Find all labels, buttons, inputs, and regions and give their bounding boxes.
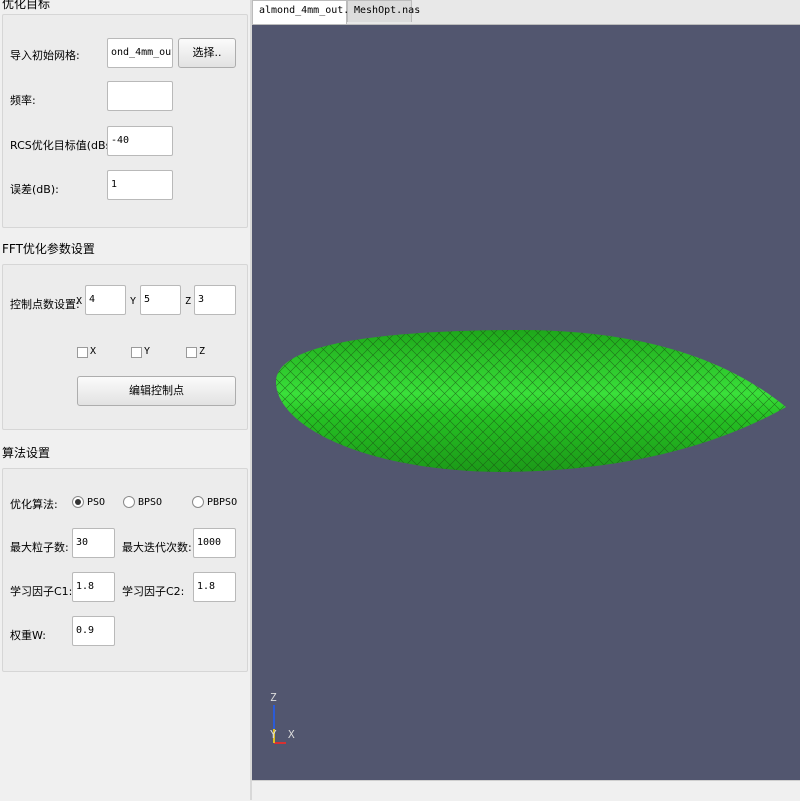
3d-viewport[interactable]: Z Y X bbox=[252, 25, 800, 780]
algo-group-title: 算法设置 bbox=[2, 446, 51, 460]
z-axis-label: Z bbox=[185, 296, 192, 307]
axis-y-label: Y bbox=[270, 728, 277, 741]
tab-bar: almond_4mm_out.nas MeshOpt.nas bbox=[252, 0, 800, 25]
algorithm-label: 优化算法: bbox=[10, 498, 58, 511]
error-field[interactable]: 1 bbox=[107, 170, 173, 200]
max-particles-label: 最大粒子数: bbox=[10, 541, 69, 554]
axes-orientation-widget: Z Y X bbox=[270, 691, 295, 744]
tab-meshopt[interactable]: MeshOpt.nas bbox=[347, 0, 420, 22]
c2-label: 学习因子C2: bbox=[122, 585, 185, 598]
x-checkbox-label: X bbox=[90, 346, 97, 357]
max-iterations-field[interactable]: 1000 bbox=[193, 528, 236, 558]
mesh-render: Z Y X bbox=[270, 329, 786, 744]
y-axis-label: Y bbox=[130, 296, 137, 307]
c1-label: 学习因子C1: bbox=[10, 585, 73, 598]
frequency-label: 频率: bbox=[10, 94, 36, 107]
z-checkbox-label: Z bbox=[199, 346, 206, 357]
c1-field[interactable]: 1.8 bbox=[72, 572, 115, 602]
pso-radio[interactable] bbox=[72, 496, 84, 508]
bpso-radio-label: BPSO bbox=[138, 497, 163, 508]
y-checkbox[interactable] bbox=[131, 347, 142, 358]
pbpso-radio[interactable] bbox=[192, 496, 204, 508]
mesh-wireframe bbox=[276, 329, 786, 472]
settings-panel: 优化目标 导入初始网格: ond_4mm_out.nas 选择.. 频率: RC… bbox=[0, 0, 250, 800]
weight-field[interactable]: 0.9 bbox=[72, 616, 115, 646]
opt-target-group-title: 优化目标 bbox=[2, 0, 51, 11]
rcs-target-field[interactable]: -40 bbox=[107, 126, 173, 156]
frequency-field[interactable] bbox=[107, 81, 173, 111]
control-x-field[interactable]: 4 bbox=[85, 285, 126, 315]
max-particles-field[interactable]: 30 bbox=[72, 528, 115, 558]
axis-x-label: X bbox=[288, 728, 295, 741]
pso-radio-label: PSO bbox=[87, 497, 106, 508]
control-z-field[interactable]: 3 bbox=[194, 285, 236, 315]
y-checkbox-label: Y bbox=[144, 346, 151, 357]
c2-field[interactable]: 1.8 bbox=[193, 572, 236, 602]
edit-control-points-button[interactable]: 编辑控制点 bbox=[77, 376, 236, 406]
control-points-label: 控制点数设置: bbox=[10, 298, 80, 311]
status-bar bbox=[252, 780, 800, 801]
z-checkbox[interactable] bbox=[186, 347, 197, 358]
weight-label: 权重W: bbox=[10, 629, 46, 642]
control-y-field[interactable]: 5 bbox=[140, 285, 181, 315]
max-iterations-label: 最大迭代次数: bbox=[122, 541, 192, 554]
bpso-radio[interactable] bbox=[123, 496, 135, 508]
import-mesh-label: 导入初始网格: bbox=[10, 49, 80, 62]
ffd-group-title: FFT优化参数设置 bbox=[2, 242, 95, 256]
x-axis-label: X bbox=[76, 296, 83, 307]
error-label: 误差(dB): bbox=[10, 183, 59, 196]
select-file-button[interactable]: 选择.. bbox=[178, 38, 236, 68]
pbpso-radio-label: PBPSO bbox=[207, 497, 238, 508]
import-mesh-field[interactable]: ond_4mm_out.nas bbox=[107, 38, 173, 68]
tab-almond-mesh[interactable]: almond_4mm_out.nas bbox=[252, 0, 367, 24]
axis-z-label: Z bbox=[270, 691, 277, 704]
x-checkbox[interactable] bbox=[77, 347, 88, 358]
